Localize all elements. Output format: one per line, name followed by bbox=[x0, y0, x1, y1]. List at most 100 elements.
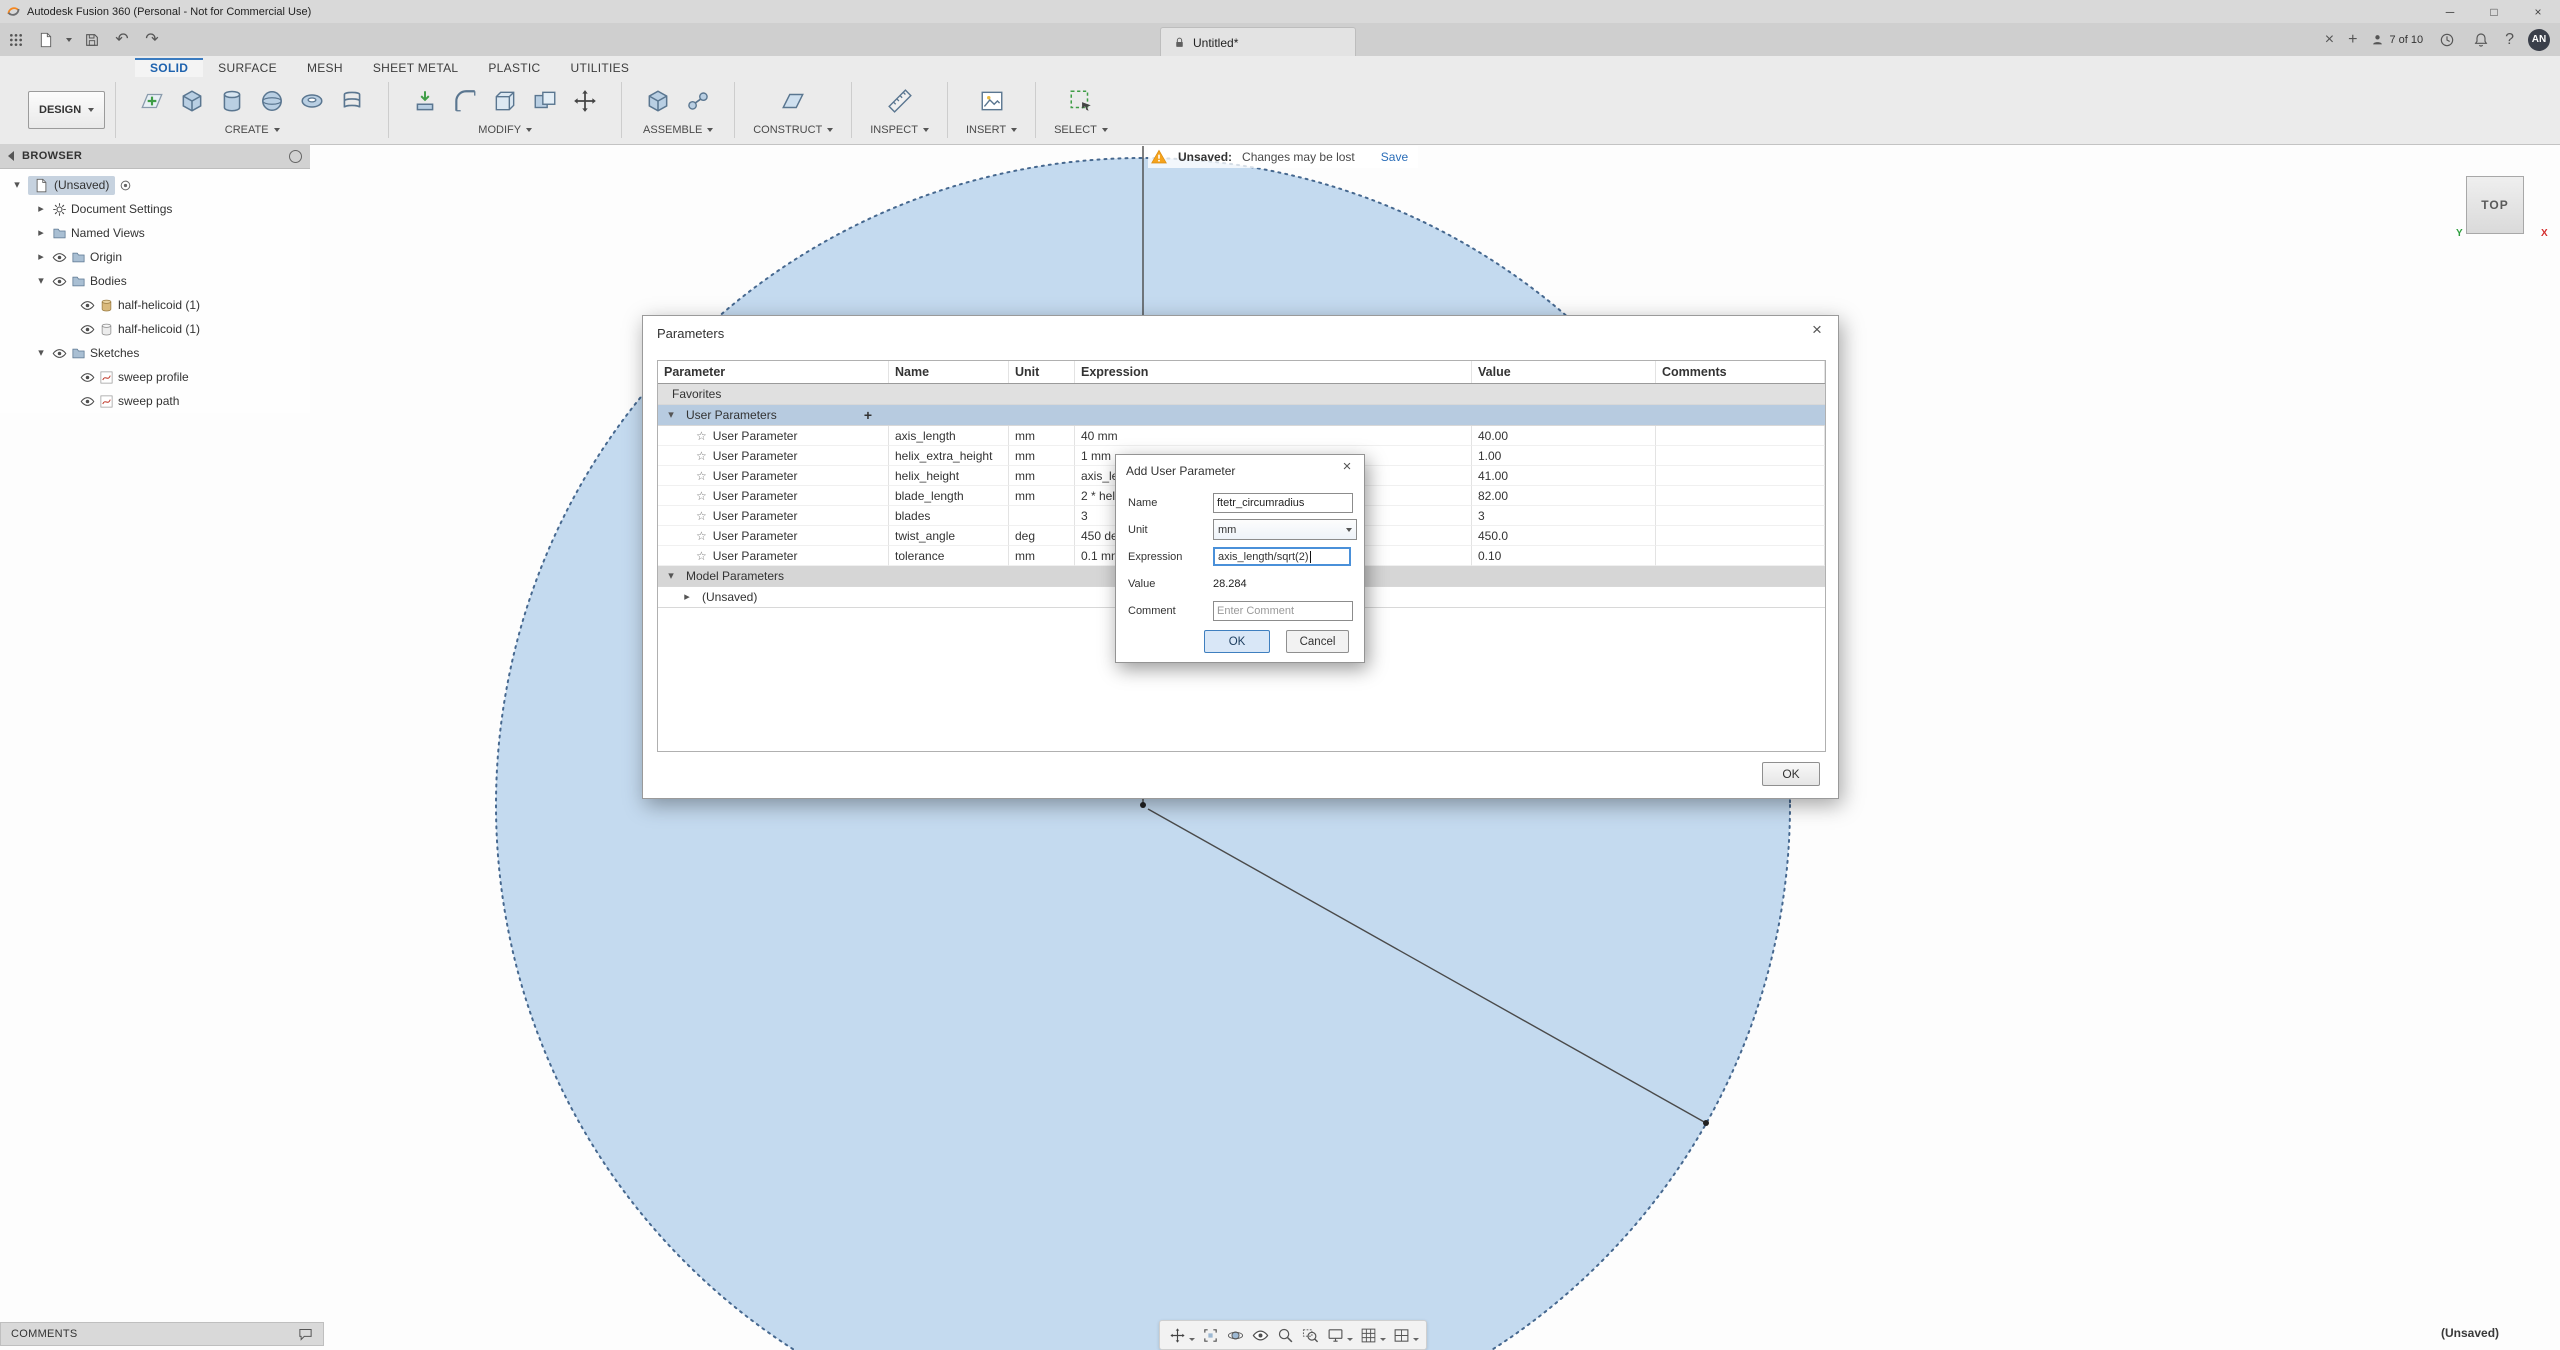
collapse-arrow-icon[interactable]: ▸ bbox=[34, 252, 48, 263]
comment-field[interactable] bbox=[1213, 601, 1353, 621]
tree-item-body[interactable]: half-helicoid (1) bbox=[0, 317, 310, 341]
workspace-design-button[interactable]: DESIGN bbox=[28, 91, 105, 129]
new-tab-icon[interactable]: + bbox=[2348, 32, 2357, 48]
collapse-arrow-icon[interactable]: ▸ bbox=[34, 204, 48, 215]
tree-item-origin[interactable]: ▸ Origin bbox=[0, 245, 310, 269]
coil-icon[interactable] bbox=[334, 83, 370, 119]
collapse-arrow-icon[interactable]: ▸ bbox=[34, 228, 48, 239]
look-at-eye-icon[interactable] bbox=[1249, 1324, 1271, 1346]
tree-item-named-views[interactable]: ▸ Named Views bbox=[0, 221, 310, 245]
param-comment[interactable] bbox=[1656, 466, 1825, 486]
favorite-star-icon[interactable]: ☆ bbox=[696, 509, 707, 523]
expand-arrow-icon[interactable]: ▾ bbox=[34, 276, 48, 287]
param-name[interactable]: blades bbox=[889, 506, 1009, 526]
fillet-icon[interactable] bbox=[447, 83, 483, 119]
param-name[interactable]: blade_length bbox=[889, 486, 1009, 506]
tree-item-document-settings[interactable]: ▸ Document Settings bbox=[0, 197, 310, 221]
redo-icon[interactable]: ↷ bbox=[142, 30, 162, 50]
sketch-center-point[interactable] bbox=[1140, 802, 1146, 808]
save-icon[interactable] bbox=[82, 30, 102, 50]
insert-canvas-icon[interactable] bbox=[974, 83, 1010, 119]
joint-icon[interactable] bbox=[680, 83, 716, 119]
shell-icon[interactable] bbox=[487, 83, 523, 119]
param-comment[interactable] bbox=[1656, 426, 1825, 446]
zoom-icon[interactable] bbox=[1274, 1324, 1296, 1346]
tab-solid[interactable]: SOLID bbox=[135, 58, 203, 77]
tab-sheet-metal[interactable]: SHEET METAL bbox=[358, 58, 474, 77]
select-tool-icon[interactable] bbox=[1063, 83, 1099, 119]
construction-plane-icon[interactable] bbox=[775, 83, 811, 119]
unit-dropdown[interactable]: mm bbox=[1213, 519, 1357, 540]
inspect-group-label[interactable]: INSPECT bbox=[870, 124, 929, 136]
notifications-bell-icon[interactable] bbox=[2471, 30, 2491, 50]
tab-plastic[interactable]: PLASTIC bbox=[473, 58, 555, 77]
column-header[interactable]: Comments bbox=[1656, 361, 1825, 383]
expand-arrow-icon[interactable]: ▾ bbox=[664, 410, 678, 421]
visibility-eye-icon[interactable] bbox=[80, 394, 95, 409]
active-document-radio-icon[interactable] bbox=[119, 179, 132, 192]
param-comment[interactable] bbox=[1656, 486, 1825, 506]
viewcube[interactable]: TOP bbox=[2466, 176, 2524, 234]
file-menu-caret-icon[interactable] bbox=[66, 38, 72, 42]
tree-item-body[interactable]: half-helicoid (1) bbox=[0, 293, 310, 317]
tree-item-sketch[interactable]: sweep profile bbox=[0, 365, 310, 389]
save-link[interactable]: Save bbox=[1381, 150, 1408, 164]
param-expression[interactable]: 40 mm bbox=[1075, 426, 1472, 446]
favorite-star-icon[interactable]: ☆ bbox=[696, 429, 707, 443]
column-header[interactable]: Unit bbox=[1009, 361, 1075, 383]
ok-button[interactable]: OK bbox=[1204, 630, 1270, 653]
sketch-edge-point[interactable] bbox=[1703, 1120, 1709, 1126]
column-header[interactable]: Name bbox=[889, 361, 1009, 383]
data-panel-grid-icon[interactable] bbox=[6, 30, 26, 50]
favorite-star-icon[interactable]: ☆ bbox=[696, 449, 707, 463]
expand-arrow-icon[interactable]: ▾ bbox=[34, 348, 48, 359]
close-button[interactable]: × bbox=[2516, 0, 2560, 23]
column-header[interactable]: Parameter bbox=[658, 361, 889, 383]
favorite-star-icon[interactable]: ☆ bbox=[696, 549, 707, 563]
sphere-icon[interactable] bbox=[254, 83, 290, 119]
expand-arrow-icon[interactable]: ▾ bbox=[10, 180, 24, 191]
param-name[interactable]: twist_angle bbox=[889, 526, 1009, 546]
viewports-icon[interactable] bbox=[1390, 1324, 1412, 1346]
favorite-star-icon[interactable]: ☆ bbox=[696, 489, 707, 503]
new-component-icon[interactable] bbox=[640, 83, 676, 119]
user-avatar[interactable]: AN bbox=[2528, 29, 2550, 51]
grid-snaps-icon[interactable] bbox=[1357, 1324, 1379, 1346]
visibility-eye-icon[interactable] bbox=[80, 370, 95, 385]
torus-icon[interactable] bbox=[294, 83, 330, 119]
expression-field[interactable]: axis_length/sqrt(2) bbox=[1213, 547, 1351, 566]
file-menu-icon[interactable] bbox=[36, 30, 56, 50]
parameter-row[interactable]: ☆User Parameter axis_length mm 40 mm 40.… bbox=[658, 426, 1825, 446]
collapse-panel-icon[interactable] bbox=[8, 151, 14, 161]
parameters-ok-button[interactable]: OK bbox=[1762, 762, 1820, 786]
favorite-star-icon[interactable]: ☆ bbox=[696, 529, 707, 543]
box-icon[interactable] bbox=[174, 83, 210, 119]
assemble-group-label[interactable]: ASSEMBLE bbox=[643, 124, 713, 136]
insert-group-label[interactable]: INSERT bbox=[966, 124, 1017, 136]
param-comment[interactable] bbox=[1656, 546, 1825, 566]
active-users-count[interactable]: 7 of 10 bbox=[2371, 33, 2423, 46]
job-status-clock-icon[interactable] bbox=[2437, 30, 2457, 50]
name-field[interactable] bbox=[1213, 493, 1353, 513]
add-parameter-button[interactable]: + bbox=[860, 407, 876, 423]
press-pull-icon[interactable] bbox=[407, 83, 443, 119]
param-name[interactable]: axis_length bbox=[889, 426, 1009, 446]
help-icon[interactable]: ? bbox=[2505, 32, 2514, 48]
visibility-eye-icon[interactable] bbox=[52, 250, 67, 265]
column-header[interactable]: Value bbox=[1472, 361, 1656, 383]
visibility-eye-icon[interactable] bbox=[80, 298, 95, 313]
close-tab-icon[interactable]: × bbox=[2325, 32, 2334, 48]
close-icon[interactable]: × bbox=[1806, 320, 1828, 340]
param-name[interactable]: helix_extra_height bbox=[889, 446, 1009, 466]
comment-bubble-icon[interactable] bbox=[298, 1327, 313, 1342]
favorites-section-row[interactable]: Favorites bbox=[658, 384, 1825, 405]
chevron-down-icon[interactable] bbox=[1413, 1338, 1419, 1341]
visibility-eye-icon[interactable] bbox=[52, 274, 67, 289]
create-sketch-icon[interactable] bbox=[134, 83, 170, 119]
selected-document[interactable]: (Unsaved) bbox=[28, 176, 115, 195]
undo-icon[interactable]: ↶ bbox=[112, 30, 132, 50]
pan-icon[interactable] bbox=[1166, 1324, 1188, 1346]
user-parameters-section-row[interactable]: ▾ User Parameters + bbox=[658, 405, 1825, 426]
display-settings-icon[interactable] bbox=[1324, 1324, 1346, 1346]
cancel-button[interactable]: Cancel bbox=[1286, 630, 1349, 653]
